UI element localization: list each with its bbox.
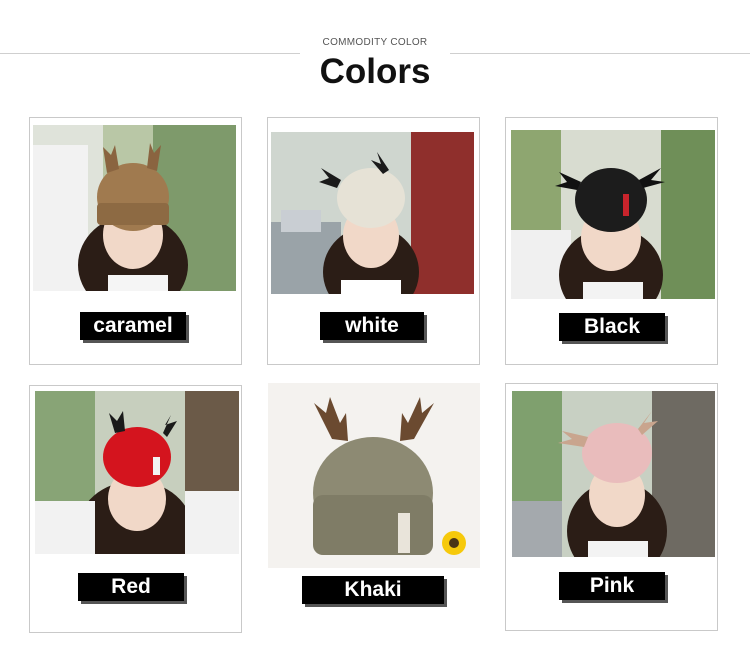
color-label-red: Red [78, 573, 184, 601]
color-label-white: white [320, 312, 424, 340]
color-label-black: Black [559, 313, 665, 341]
product-card-khaki[interactable]: Khaki [268, 383, 483, 613]
product-card-pink[interactable]: Pink [505, 383, 718, 631]
color-label-khaki: Khaki [302, 576, 444, 604]
product-card-caramel[interactable]: caramel [29, 117, 242, 365]
product-photo-caramel [33, 125, 236, 291]
section-subtitle: COMMODITY COLOR [322, 37, 428, 48]
product-photo-pink [512, 391, 715, 557]
product-photo-white [271, 132, 474, 294]
product-card-black[interactable]: Black [505, 117, 718, 365]
color-label-caramel: caramel [80, 312, 186, 340]
product-card-red[interactable]: Red [29, 385, 242, 633]
product-photo-red [35, 391, 239, 554]
product-card-white[interactable]: white [267, 117, 480, 365]
product-photo-black [511, 130, 715, 299]
color-label-pink: Pink [559, 572, 665, 600]
product-photo-khaki [268, 383, 480, 568]
section-title: Colors [319, 52, 431, 91]
